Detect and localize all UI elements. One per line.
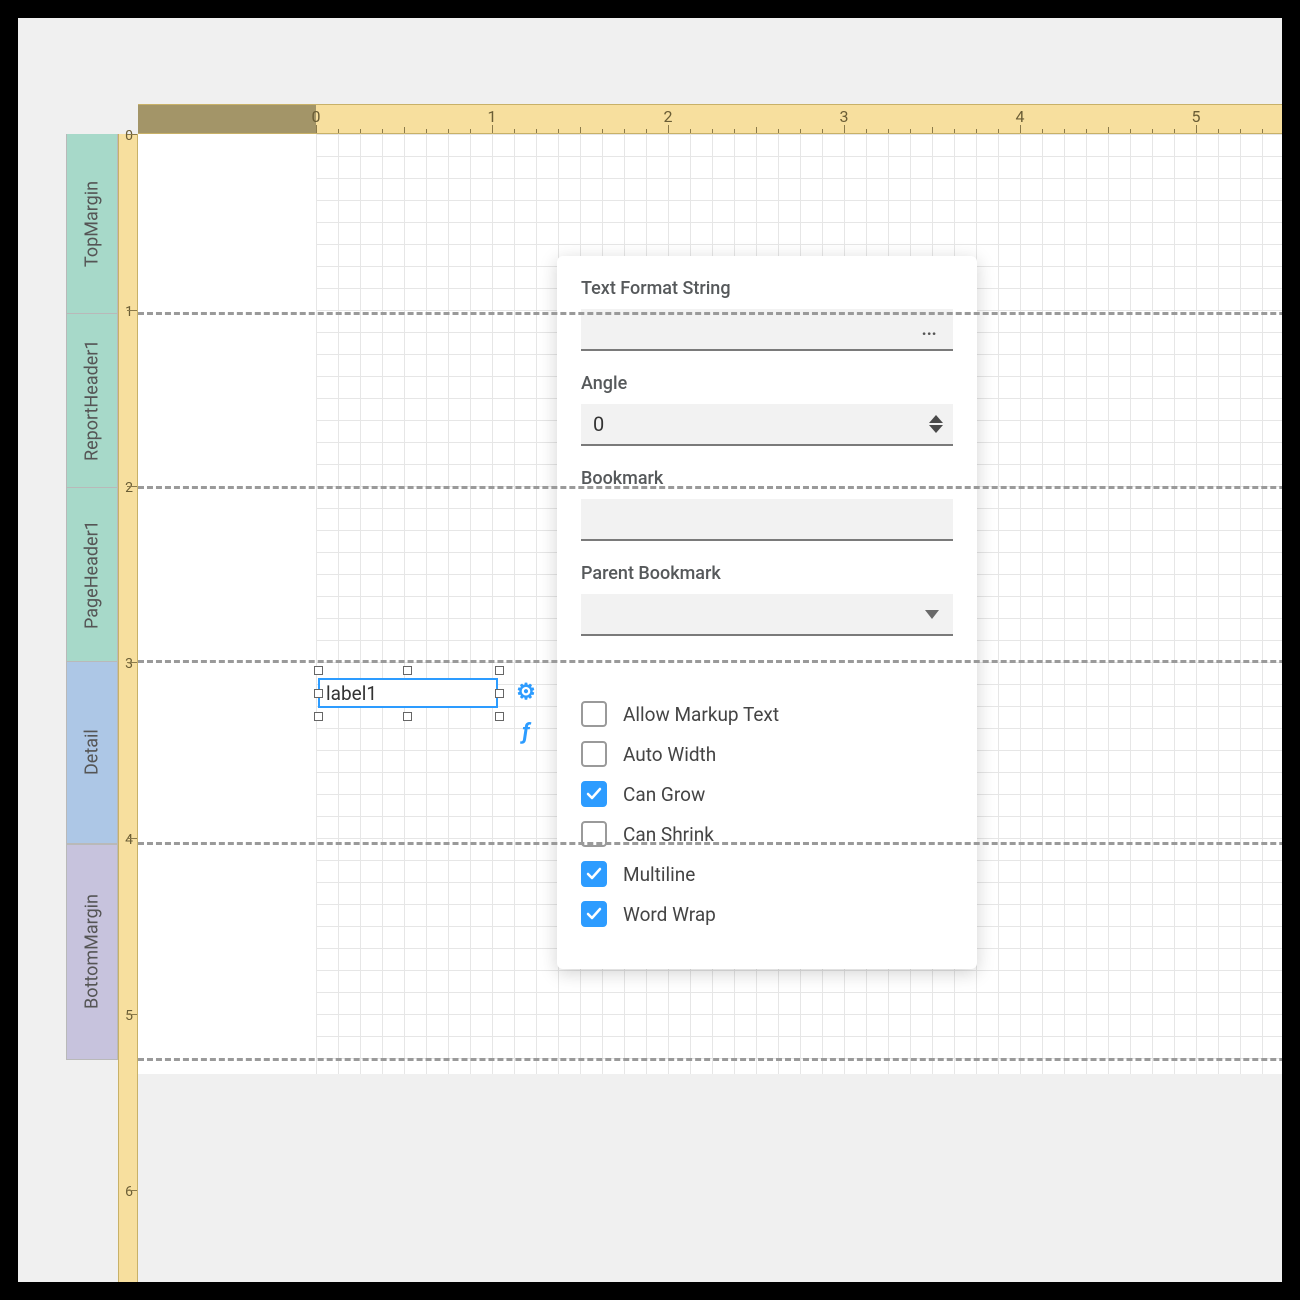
checkbox-can-grow[interactable] <box>581 781 607 807</box>
band-separator[interactable] <box>138 486 1282 489</box>
resize-handle-nw[interactable] <box>314 666 323 675</box>
angle-field[interactable]: 0 <box>581 404 953 446</box>
band-separator[interactable] <box>138 312 1282 315</box>
ruler-v-number: 6 <box>125 1184 133 1200</box>
ruler-v-number: 1 <box>125 304 133 320</box>
band-separator[interactable] <box>138 1058 1282 1061</box>
ruler-h-number: 0 <box>312 107 321 126</box>
resize-handle-ne[interactable] <box>495 666 504 675</box>
spinner-up-icon[interactable] <box>929 415 943 423</box>
parent-bookmark-field[interactable] <box>581 594 953 636</box>
ruler-h-number: 4 <box>1016 107 1025 126</box>
ruler-v-number: 5 <box>125 1008 133 1024</box>
resize-handle-s[interactable] <box>403 712 412 721</box>
gear-icon: ⚙ <box>516 680 536 705</box>
ruler-v-number: 2 <box>125 480 133 496</box>
fx-icon: ƒ <box>522 720 530 745</box>
text-format-string-field[interactable]: … <box>581 309 953 351</box>
band-separator[interactable] <box>138 842 1282 845</box>
ruler-corner <box>138 105 316 133</box>
band-topmargin[interactable]: TopMargin <box>66 134 118 314</box>
checkbox-multiline[interactable] <box>581 861 607 887</box>
band-detail[interactable]: Detail <box>66 662 118 844</box>
ruler-vertical[interactable]: 0123456 <box>118 134 138 1282</box>
ruler-v-number: 4 <box>125 832 133 848</box>
angle-label: Angle <box>581 373 953 394</box>
bookmark-field[interactable] <box>581 499 953 541</box>
checkbox-label: Multiline <box>623 863 695 886</box>
selected-label[interactable]: label1 <box>318 678 498 708</box>
checkbox-row: Auto Width <box>581 741 953 767</box>
smart-tag-gear-icon[interactable]: ⚙ <box>512 678 540 706</box>
ruler-h-number: 3 <box>840 107 849 126</box>
resize-handle-w[interactable] <box>314 689 323 698</box>
checkbox-label: Auto Width <box>623 743 716 766</box>
checkbox-row: Word Wrap <box>581 901 953 927</box>
band-pageheader1[interactable]: PageHeader1 <box>66 488 118 662</box>
dropdown-arrow-icon[interactable] <box>925 610 939 619</box>
parent-bookmark-label: Parent Bookmark <box>581 563 953 584</box>
ruler-v-number: 0 <box>125 128 133 144</box>
label-text: label1 <box>326 682 377 705</box>
ruler-v-number: 3 <box>125 656 133 672</box>
resize-handle-se[interactable] <box>495 712 504 721</box>
spinner-down-icon[interactable] <box>929 425 943 433</box>
band-separator[interactable] <box>138 660 1282 663</box>
checkbox-row: Can Grow <box>581 781 953 807</box>
ruler-h-number: 1 <box>488 107 497 126</box>
designer-canvas: 0 1 2 3 4 5 0 1 2 3 4 5 6 TopMarginReportHeader1Pag… <box>34 18 1282 1282</box>
checkbox-allow-markup-text[interactable] <box>581 701 607 727</box>
checkbox-row: Allow Markup Text <box>581 701 953 727</box>
checkbox-label: Word Wrap <box>623 903 716 926</box>
checkbox-row: Multiline <box>581 861 953 887</box>
designer-frame: 0 1 2 3 4 5 0 1 2 3 4 5 6 TopMarginReportHeader1Pag… <box>18 18 1282 1282</box>
band-labels: TopMarginReportHeader1PageHeader1DetailB… <box>66 134 118 1060</box>
ruler-horizontal[interactable]: 0 1 2 3 4 5 <box>138 104 1282 134</box>
checkbox-word-wrap[interactable] <box>581 901 607 927</box>
resize-handle-sw[interactable] <box>314 712 323 721</box>
resize-handle-n[interactable] <box>403 666 412 675</box>
angle-spinner <box>929 415 943 433</box>
expression-fx-icon[interactable]: ƒ <box>512 718 540 746</box>
band-bottommargin[interactable]: BottomMargin <box>66 844 118 1060</box>
properties-panel: Text Format String … Angle 0 Bookmark Pa… <box>557 256 977 969</box>
ruler-h-number: 5 <box>1192 107 1201 126</box>
resize-handle-e[interactable] <box>495 689 504 698</box>
checkbox-auto-width[interactable] <box>581 741 607 767</box>
ruler-h-number: 2 <box>664 107 673 126</box>
checkbox-label: Can Grow <box>623 783 705 806</box>
checkbox-label: Allow Markup Text <box>623 703 779 726</box>
band-reportheader1[interactable]: ReportHeader1 <box>66 314 118 488</box>
text-format-string-label: Text Format String <box>581 278 953 299</box>
